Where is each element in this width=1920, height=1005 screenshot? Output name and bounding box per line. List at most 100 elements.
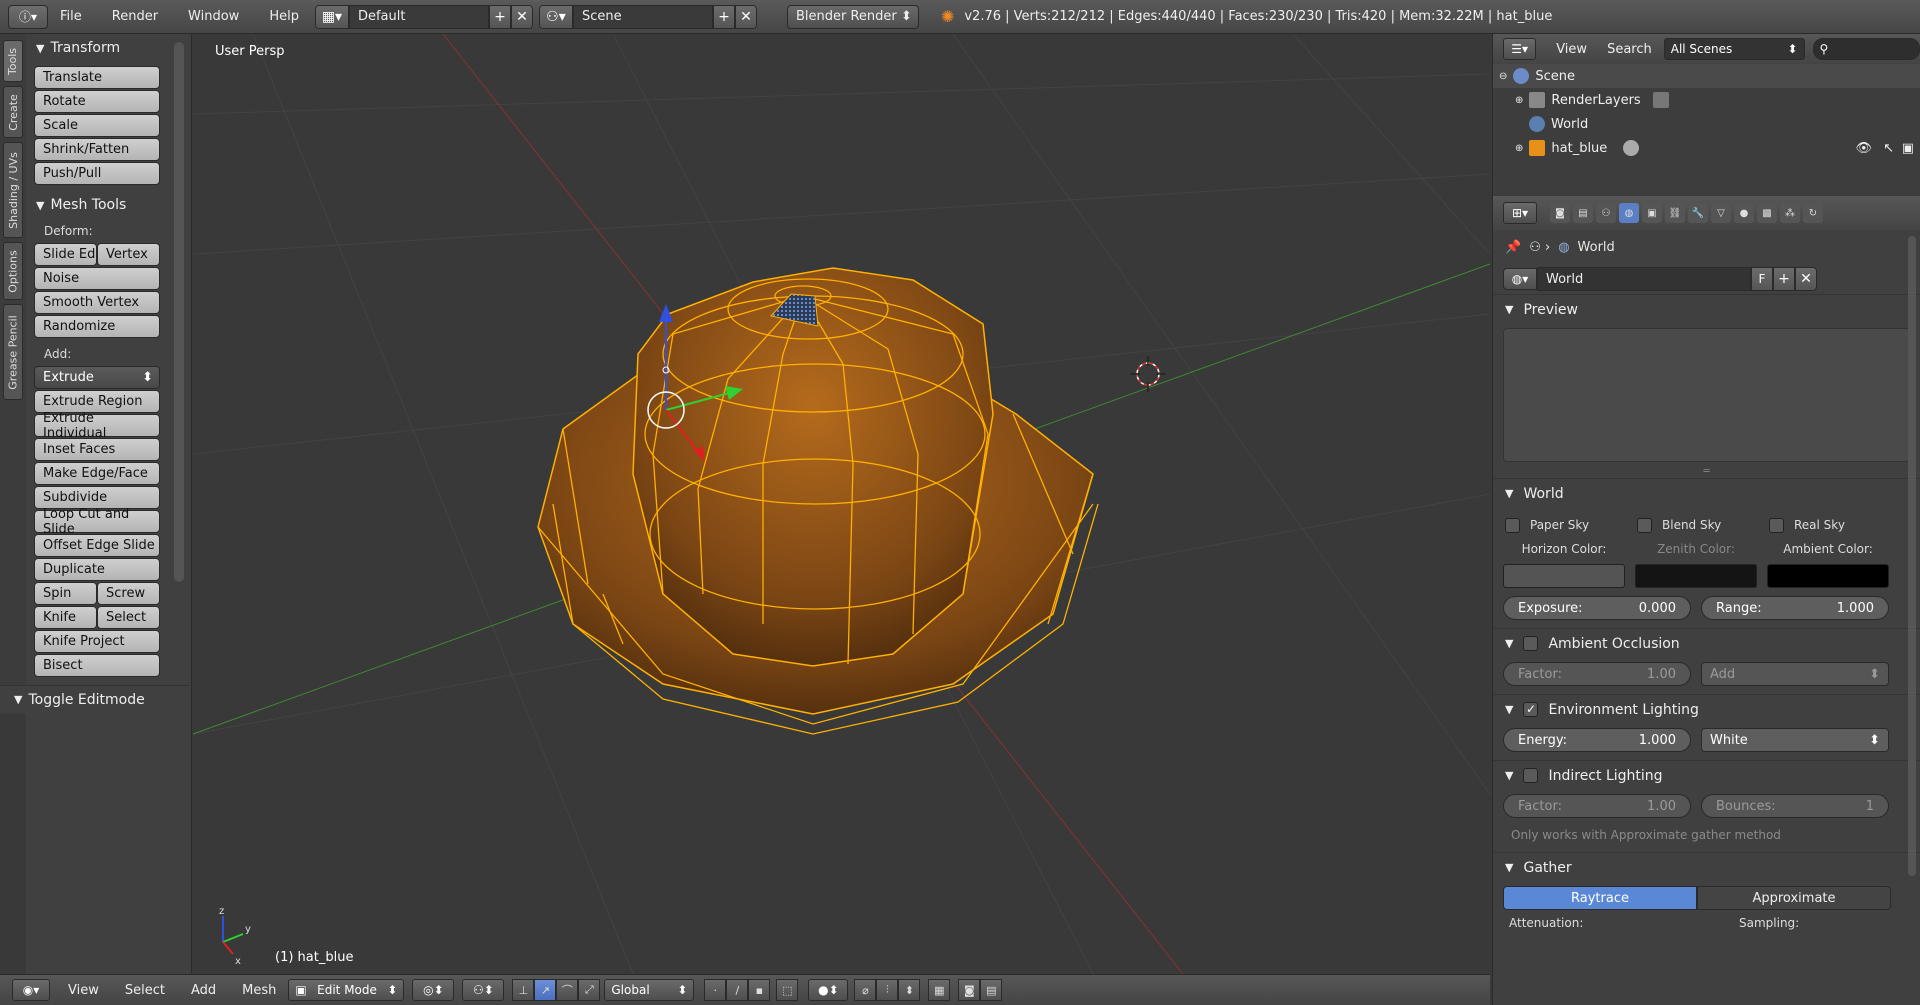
- gather-raytrace-button[interactable]: Raytrace: [1503, 886, 1697, 910]
- toggle-editmode-panel-header[interactable]: ▼ Toggle Editmode: [0, 685, 190, 713]
- render-opengl-icon[interactable]: ▦: [928, 979, 951, 1001]
- outliner-item-renderlayers[interactable]: ⊕ RenderLayers: [1493, 88, 1920, 112]
- menu-window[interactable]: Window: [188, 9, 239, 24]
- env-energy-field[interactable]: Energy: 1.000: [1503, 728, 1691, 752]
- extrude-dropdown[interactable]: Extrude ⬍: [34, 366, 160, 389]
- translate-manipulator-icon[interactable]: ↗: [534, 979, 557, 1001]
- constraints-tab-icon[interactable]: ⛓: [1665, 203, 1685, 223]
- gather-approximate-button[interactable]: Approximate: [1697, 886, 1891, 910]
- knife-select-button[interactable]: Select: [97, 606, 160, 629]
- spin-button[interactable]: Spin: [34, 582, 97, 605]
- transform-panel-header[interactable]: ▼ Transform: [26, 34, 191, 62]
- object-tab-icon[interactable]: ▣: [1642, 203, 1662, 223]
- render-tab-icon[interactable]: ◙: [1550, 203, 1570, 223]
- world-tab-icon[interactable]: ◍: [1619, 203, 1639, 223]
- expand-icon[interactable]: ⊕: [1515, 143, 1523, 154]
- info-editor-type-button[interactable]: ⓘ▾: [8, 4, 48, 29]
- limit-selection-visible-icon[interactable]: ⬚: [776, 979, 799, 1001]
- selectability-cursor-icon[interactable]: ↖: [1883, 141, 1894, 156]
- knife-project-button[interactable]: Knife Project: [34, 630, 160, 653]
- ao-blend-mode-dropdown[interactable]: Add ⬍: [1701, 662, 1889, 686]
- screen-layout-icon[interactable]: ▦▾: [314, 4, 349, 29]
- expand-icon[interactable]: ⊕: [1515, 95, 1523, 106]
- viewport-shading-dropdown[interactable]: ◎⬍: [412, 979, 455, 1001]
- ambient-color-swatch[interactable]: [1767, 564, 1889, 588]
- menu-render[interactable]: Render: [112, 9, 158, 24]
- transform-orientation-dropdown[interactable]: Global ⬍: [604, 979, 695, 1001]
- pivot-point-dropdown[interactable]: ⚇⬍: [462, 979, 505, 1001]
- tab-shading-uvs[interactable]: Shading / UVs: [3, 142, 23, 238]
- render-layers-tab-icon[interactable]: ▤: [1573, 203, 1593, 223]
- scene-field[interactable]: Scene: [572, 4, 713, 29]
- fake-user-button[interactable]: F: [1751, 267, 1773, 291]
- horizon-color-swatch[interactable]: [1503, 564, 1625, 588]
- zenith-color-swatch[interactable]: [1635, 564, 1757, 588]
- world-name-field[interactable]: World: [1537, 267, 1751, 291]
- world-panel-header[interactable]: ▼ World: [1493, 478, 1920, 508]
- outliner-item-scene[interactable]: ⊖ Scene: [1493, 64, 1920, 88]
- particles-tab-icon[interactable]: ⁂: [1780, 203, 1800, 223]
- randomize-button[interactable]: Randomize: [34, 315, 160, 338]
- outliner-item-hat-blue[interactable]: ⊕ hat_blue 👁 ↖ ▣: [1493, 136, 1920, 160]
- outliner-search-field[interactable]: ⚲: [1812, 38, 1920, 60]
- snap-target-icon[interactable]: ⬍: [898, 979, 921, 1001]
- properties-editor-type-button[interactable]: ⊞▾: [1503, 202, 1537, 224]
- data-tab-icon[interactable]: ▽: [1711, 203, 1731, 223]
- 3d-viewport[interactable]: z y x User Persp (1) hat_blue: [193, 34, 1490, 974]
- real-sky-checkbox[interactable]: Real Sky: [1769, 517, 1845, 533]
- properties-scrollbar[interactable]: [1908, 236, 1916, 876]
- scene-tab-icon[interactable]: ⚇: [1596, 203, 1616, 223]
- mode-dropdown[interactable]: ▣ Edit Mode ⬍: [288, 979, 405, 1001]
- menu-view[interactable]: View: [68, 983, 99, 998]
- physics-tab-icon[interactable]: ↻: [1803, 203, 1823, 223]
- offset-edge-slide-button[interactable]: Offset Edge Slide: [34, 534, 160, 557]
- 3d-view-editor-type-button[interactable]: ◉▾: [12, 979, 50, 1001]
- ambient-occlusion-checkbox[interactable]: [1523, 636, 1539, 651]
- tab-tools[interactable]: Tools: [3, 40, 23, 82]
- indirect-lighting-panel-header[interactable]: ▼ Indirect Lighting: [1493, 760, 1920, 790]
- snap-element-icon[interactable]: ⫶: [876, 979, 899, 1001]
- add-screen-icon[interactable]: +: [488, 4, 511, 29]
- modifiers-tab-icon[interactable]: 🔧: [1688, 203, 1708, 223]
- 3d-cursor-icon[interactable]: [1130, 356, 1166, 392]
- tab-grease-pencil[interactable]: Grease Pencil: [3, 304, 23, 400]
- texture-tab-icon[interactable]: ▩: [1757, 203, 1777, 223]
- tab-options[interactable]: Options: [3, 242, 23, 300]
- gather-panel-header[interactable]: ▼ Gather: [1493, 852, 1920, 882]
- expand-icon[interactable]: ⊖: [1499, 71, 1507, 82]
- environment-lighting-panel-header[interactable]: ▼ ✓ Environment Lighting: [1493, 694, 1920, 724]
- noise-button[interactable]: Noise: [34, 267, 160, 290]
- vertex-select-icon[interactable]: ·: [704, 979, 727, 1001]
- rotate-manipulator-icon[interactable]: ⌒: [556, 979, 579, 1001]
- face-select-icon[interactable]: ▪: [748, 979, 771, 1001]
- smooth-vertex-button[interactable]: Smooth Vertex: [34, 291, 160, 314]
- mesh-tools-panel-header[interactable]: ▼ Mesh Tools: [26, 191, 191, 219]
- paper-sky-checkbox[interactable]: Paper Sky: [1505, 517, 1637, 533]
- tab-create[interactable]: Create: [3, 86, 23, 138]
- outliner-editor-type-button[interactable]: ☰▾: [1503, 38, 1537, 60]
- bisect-button[interactable]: Bisect: [34, 654, 160, 677]
- make-edge-face-button[interactable]: Make Edge/Face: [34, 462, 160, 485]
- outliner-menu-view[interactable]: View: [1556, 42, 1587, 57]
- material-tab-icon[interactable]: ●: [1734, 203, 1754, 223]
- scale-manipulator-icon[interactable]: ⤢: [578, 979, 601, 1001]
- preview-resize-handle[interactable]: ═: [1493, 467, 1920, 478]
- environment-lighting-checkbox[interactable]: ✓: [1523, 702, 1539, 717]
- ao-factor-field[interactable]: Factor: 1.00: [1503, 662, 1691, 686]
- env-color-dropdown[interactable]: White ⬍: [1701, 728, 1889, 752]
- slide-vertex-button[interactable]: Vertex: [97, 243, 160, 266]
- menu-select[interactable]: Select: [125, 983, 165, 998]
- edge-select-icon[interactable]: /: [726, 979, 749, 1001]
- ambient-occlusion-panel-header[interactable]: ▼ Ambient Occlusion: [1493, 628, 1920, 658]
- shelf-scrollbar[interactable]: [174, 42, 184, 582]
- screen-layout-field[interactable]: Default: [348, 4, 489, 29]
- indirect-bounces-field[interactable]: Bounces: 1: [1701, 794, 1889, 818]
- menu-file[interactable]: File: [60, 9, 82, 24]
- indirect-lighting-checkbox[interactable]: [1523, 768, 1539, 783]
- screw-button[interactable]: Screw: [97, 582, 160, 605]
- slide-edge-button[interactable]: Slide Ed: [34, 243, 97, 266]
- blend-sky-checkbox[interactable]: Blend Sky: [1637, 517, 1769, 533]
- duplicate-button[interactable]: Duplicate: [34, 558, 160, 581]
- translate-button[interactable]: Translate: [34, 66, 160, 89]
- manipulator-toggle-icon[interactable]: ⊥: [512, 979, 535, 1001]
